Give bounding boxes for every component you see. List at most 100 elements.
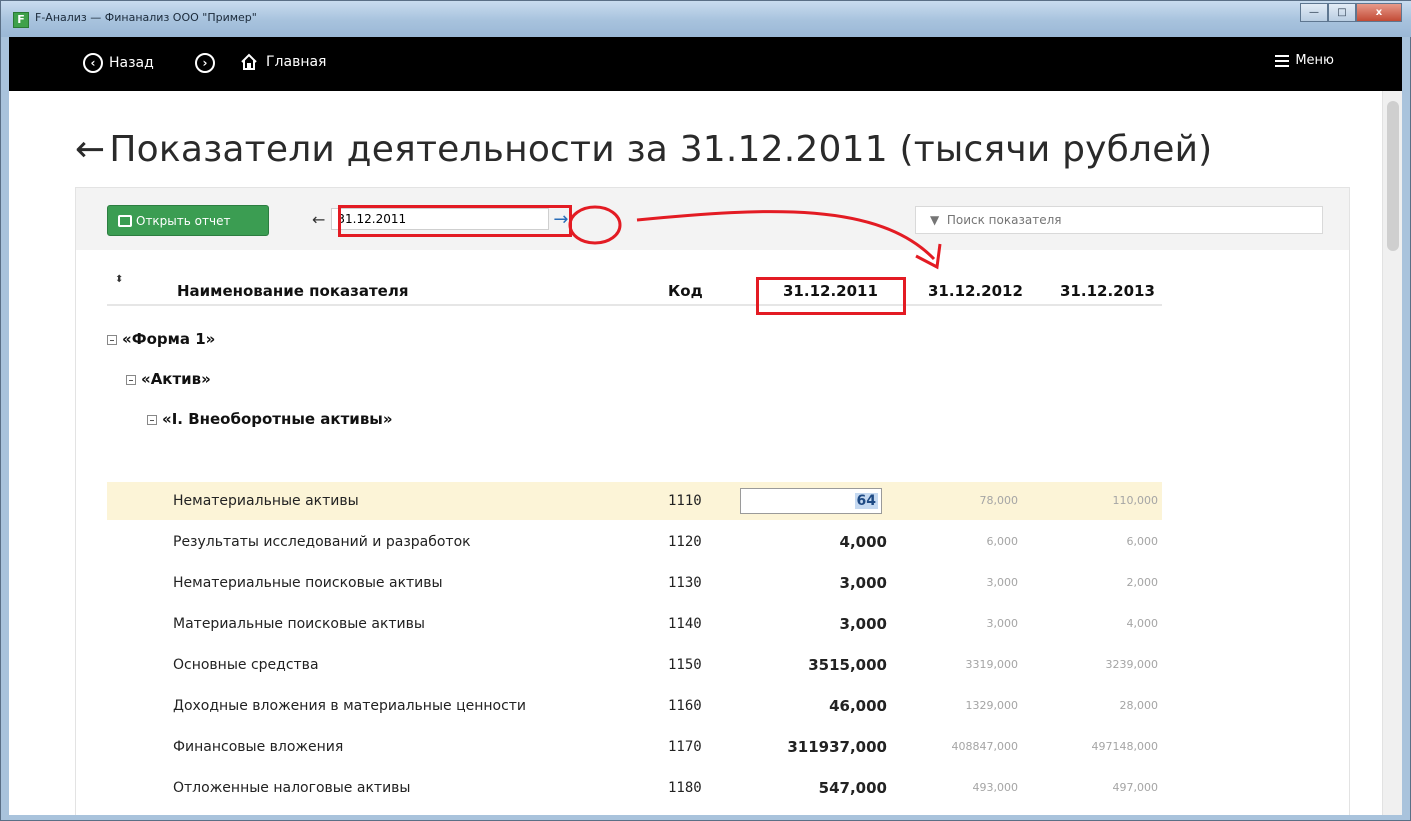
table-row[interactable]: Основные средства 1150 3515,000 3319,000 323…	[107, 646, 1162, 684]
table-header: ⬍ Наименование показателя Код 31.12.2011…	[107, 270, 1162, 306]
home-button-label: Главная	[266, 54, 327, 70]
row-code: 1150	[668, 657, 702, 673]
row-value-2013[interactable]: 497148,000	[1092, 740, 1158, 753]
row-value-2012[interactable]: 3319,000	[966, 658, 1019, 671]
page-title-text: Показатели деятельности за 31.12.2011 (т…	[109, 129, 1213, 170]
table-row[interactable]: Прочие внеоборотные активы11906165,00022…	[107, 810, 1162, 815]
row-value-2013[interactable]: 3239,000	[1106, 658, 1159, 671]
row-value-2011[interactable]: 311937,000	[787, 738, 887, 756]
row-name: Нематериальные поисковые активы	[173, 575, 443, 591]
table-row[interactable]: Финансовые вложения 1170 311937,000 408847,…	[107, 728, 1162, 766]
back-arrow-circle-icon: ‹	[83, 53, 103, 73]
page-title: ← Показатели деятельности за 31.12.2011 (…	[75, 129, 1212, 170]
row-value-2011[interactable]: 3,000	[840, 574, 887, 592]
hamburger-icon	[1275, 54, 1290, 67]
window-titlebar[interactable]: F F-Анализ — Финанализ ООО "Пример" — □ …	[1, 1, 1411, 37]
row-name: Финансовые вложения	[173, 739, 344, 755]
row-value-2011[interactable]: 547,000	[819, 779, 887, 797]
row-value-2011[interactable]: 3,000	[840, 615, 887, 633]
group-label: «Форма 1»	[122, 330, 216, 348]
vertical-scrollbar[interactable]	[1382, 91, 1402, 815]
group-label: «I. Внеоборотные активы»	[162, 410, 393, 428]
row-code: 1160	[668, 698, 702, 714]
panel-toolbar: Открыть отчет ← →	[76, 188, 1349, 250]
page-back-arrow-icon[interactable]: ←	[75, 129, 105, 170]
home-icon	[240, 53, 258, 71]
header-date-2[interactable]: 31.12.2012	[928, 282, 1023, 300]
table-row[interactable]: Доходные вложения в материальные ценност…	[107, 687, 1162, 725]
app-logo-icon: F	[13, 12, 29, 28]
menu-button[interactable]: Меню	[1275, 53, 1334, 68]
row-value-2012[interactable]: 3,000	[987, 617, 1019, 630]
row-code: 1180	[668, 780, 702, 796]
row-name: Отложенные налоговые активы	[173, 780, 411, 796]
table-row[interactable]: Нематериальные поисковые активы 1130 3,000…	[107, 564, 1162, 602]
annotation-date-column-box	[756, 277, 906, 315]
row-code: 1110	[668, 493, 702, 509]
row-name: Материальные поисковые активы	[173, 616, 425, 632]
table-row[interactable]: Отложенные налоговые активы 1180 547,000 49…	[107, 769, 1162, 807]
table-row[interactable]: Материальные поисковые активы 1140 3,000 3,…	[107, 605, 1162, 643]
row-value-2012[interactable]: 1329,000	[966, 699, 1019, 712]
printer-icon	[118, 214, 132, 227]
row-value-2013[interactable]: 110,000	[1113, 494, 1159, 507]
group-label: «Актив»	[141, 370, 211, 388]
app-client-area: ‹ Назад › Главная Меню ← Показатели деяте…	[9, 37, 1402, 815]
sort-icon[interactable]: ⬍	[115, 275, 123, 285]
group-active[interactable]: «Актив»	[126, 370, 211, 388]
value-edit-input[interactable]: 64	[740, 488, 882, 514]
collapse-icon[interactable]	[126, 374, 136, 385]
forward-arrow-circle-icon: ›	[195, 53, 215, 73]
window-title: F-Анализ — Финанализ ООО "Пример"	[35, 11, 257, 24]
table-row[interactable]: Результаты исследований и разработок 1120…	[107, 523, 1162, 561]
row-value-2012[interactable]: 3,000	[987, 576, 1019, 589]
forward-button[interactable]: ›	[195, 53, 215, 73]
row-value-2011[interactable]: 46,000	[829, 697, 887, 715]
window-controls: — □ x	[1300, 3, 1402, 22]
collapse-icon[interactable]	[107, 334, 117, 345]
minimize-button[interactable]: —	[1300, 3, 1328, 22]
row-code: 1170	[668, 739, 702, 755]
scrollbar-thumb[interactable]	[1387, 101, 1399, 251]
group-form-1[interactable]: «Форма 1»	[107, 330, 215, 348]
header-code[interactable]: Код	[668, 282, 703, 300]
maximize-button[interactable]: □	[1328, 3, 1356, 22]
row-name: Результаты исследований и разработок	[173, 534, 471, 550]
header-date-3[interactable]: 31.12.2013	[1060, 282, 1155, 300]
row-value-2012[interactable]: 408847,000	[952, 740, 1018, 753]
row-value-2011[interactable]: 3515,000	[808, 656, 887, 674]
open-report-label: Открыть отчет	[136, 213, 231, 228]
row-name: Доходные вложения в материальные ценност…	[173, 698, 527, 714]
row-value-2012[interactable]: 493,000	[973, 781, 1019, 794]
row-value-2013[interactable]: 497,000	[1113, 781, 1159, 794]
row-value-2013[interactable]: 2,000	[1127, 576, 1159, 589]
row-value-2013[interactable]: 28,000	[1120, 699, 1159, 712]
row-value-2012[interactable]: 78,000	[980, 494, 1019, 507]
row-name: Нематериальные активы	[173, 493, 359, 509]
row-code: 1140	[668, 616, 702, 632]
row-name: Основные средства	[173, 657, 319, 673]
top-nav-bar: ‹ Назад › Главная Меню	[9, 37, 1402, 91]
row-code: 1130	[668, 575, 702, 591]
close-button[interactable]: x	[1356, 3, 1402, 22]
group-noncurrent-assets[interactable]: «I. Внеоборотные активы»	[147, 410, 393, 428]
row-value-2011[interactable]: 4,000	[840, 533, 887, 551]
row-value-2012[interactable]: 6,000	[987, 535, 1019, 548]
header-name[interactable]: Наименование показателя	[177, 282, 408, 300]
collapse-icon[interactable]	[147, 414, 157, 425]
row-code: 1120	[668, 534, 702, 550]
table-row[interactable]: Нематериальные активы 1110 64 78,000 110,000	[107, 482, 1162, 520]
indicator-search-input[interactable]	[915, 206, 1323, 234]
back-button[interactable]: ‹ Назад	[83, 53, 154, 73]
row-value-2013[interactable]: 6,000	[1127, 535, 1159, 548]
app-window: F F-Анализ — Финанализ ООО "Пример" — □ …	[0, 0, 1411, 821]
prev-date-arrow-icon[interactable]: ←	[312, 210, 325, 229]
menu-button-label: Меню	[1295, 53, 1334, 68]
row-value-2013[interactable]: 4,000	[1127, 617, 1159, 630]
annotation-date-input-box	[338, 205, 572, 237]
home-button[interactable]: Главная	[240, 53, 326, 71]
indicators-panel: Открыть отчет ← → ⬍ Наименование показат…	[75, 187, 1350, 815]
selected-value: 64	[854, 493, 878, 509]
back-button-label: Назад	[109, 55, 154, 71]
open-report-button[interactable]: Открыть отчет	[107, 205, 269, 236]
